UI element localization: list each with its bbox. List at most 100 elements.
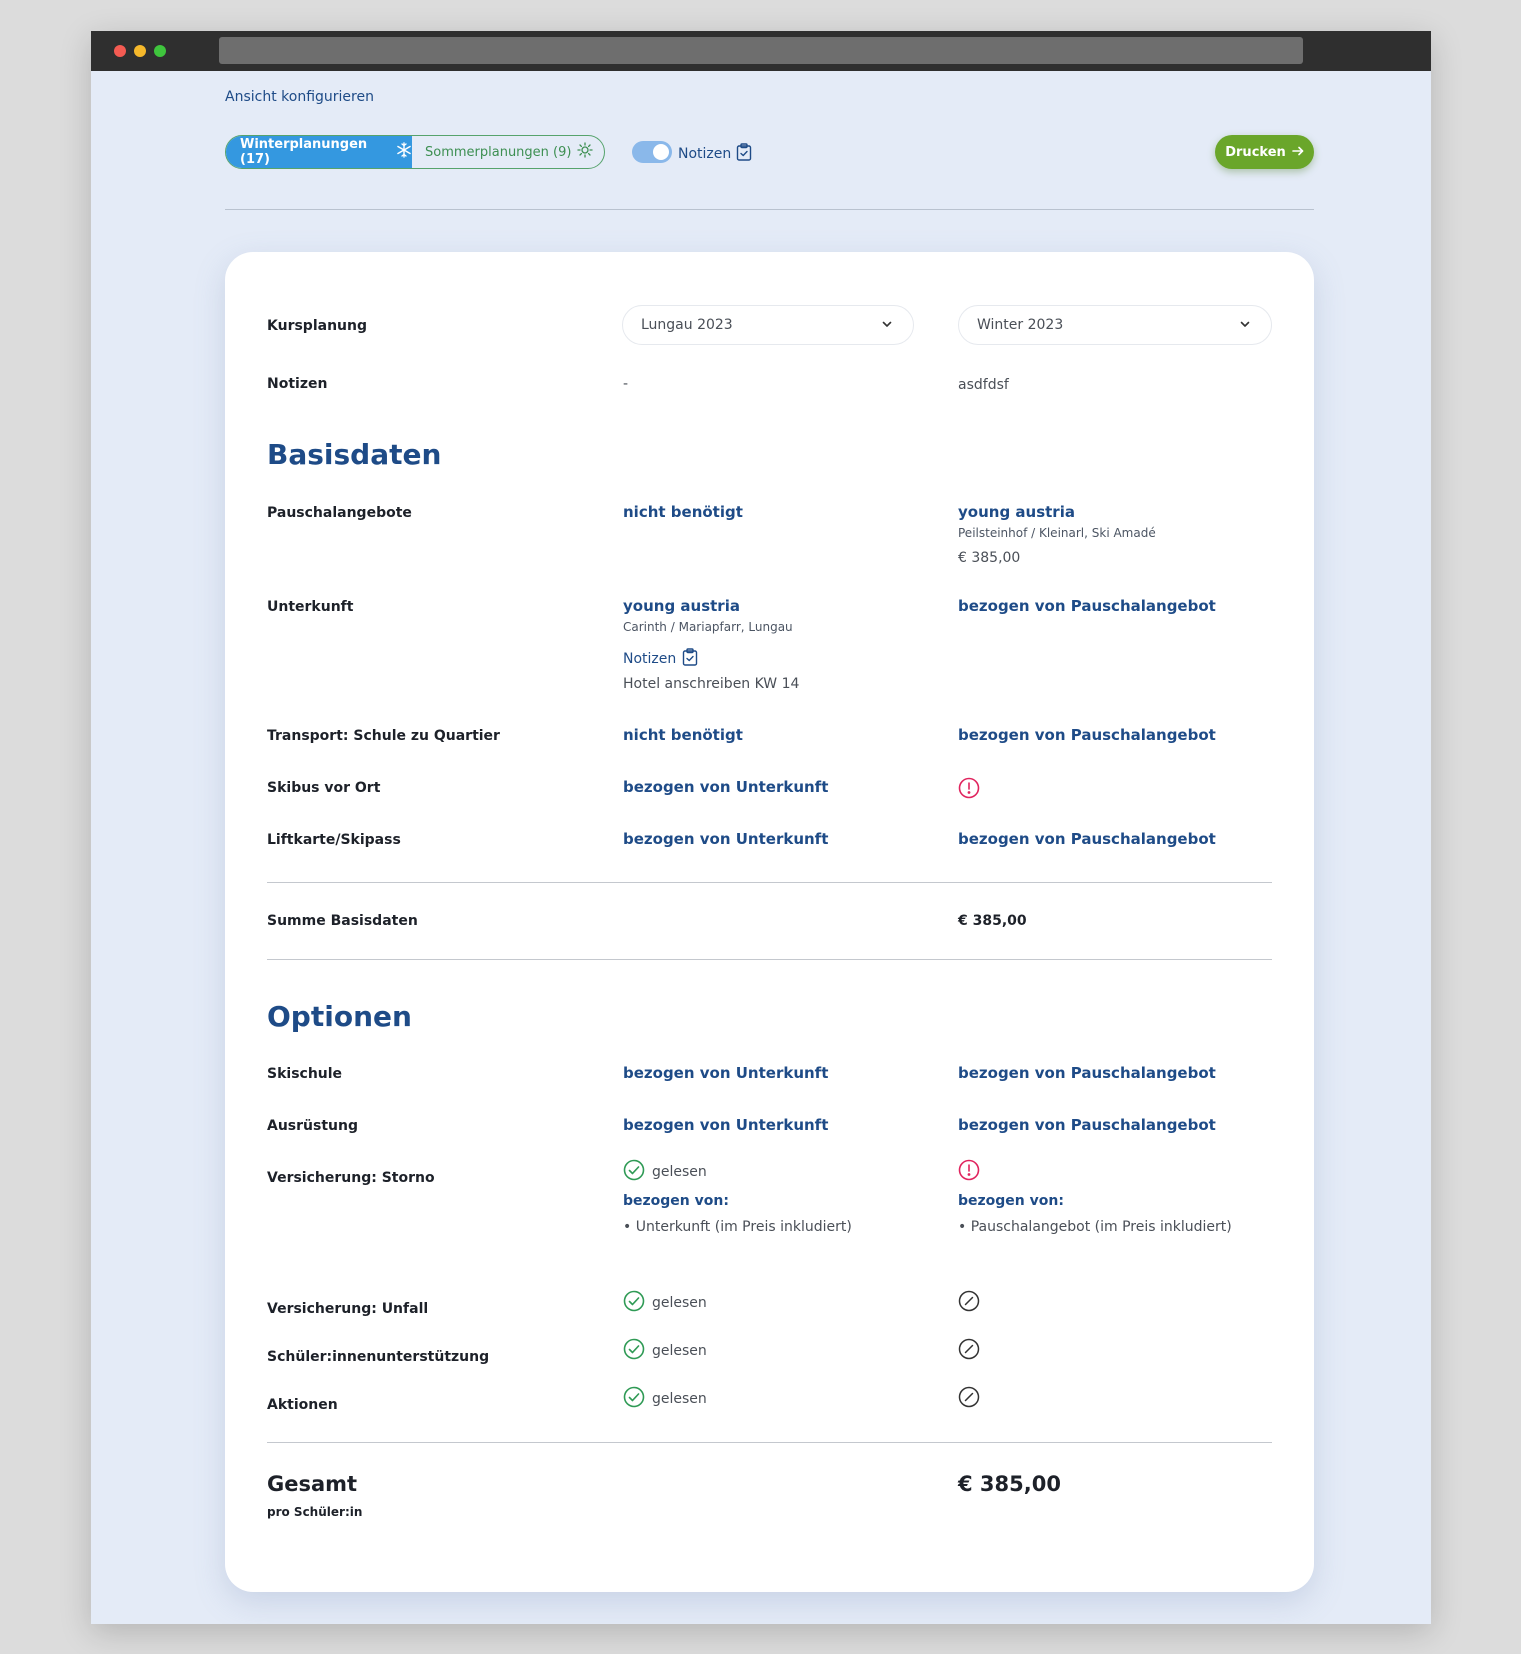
configure-view-link[interactable]: Ansicht konfigurieren	[225, 89, 374, 105]
tab-winter-plannings[interactable]: Winterplanungen (17)	[226, 136, 412, 168]
liftkarte-col1: bezogen von Unterkunft	[623, 830, 829, 848]
notes-toggle-label: Notizen	[678, 143, 752, 165]
not-available-icon	[958, 1290, 980, 1316]
section-divider	[267, 1442, 1272, 1443]
row-label-unfall: Versicherung: Unfall	[267, 1301, 429, 1317]
row-label-summe: Summe Basisdaten	[267, 913, 418, 929]
print-button[interactable]: Drucken	[1215, 135, 1314, 169]
pauschal-col1: nicht benötigt	[623, 503, 743, 521]
unfall-read-status: gelesen	[623, 1290, 707, 1316]
storno-col1-item: • Unterkunft (im Preis inkludiert)	[623, 1219, 852, 1235]
course-planning-select-1[interactable]: Lungau 2023	[622, 305, 914, 345]
notes-toggle-text: Notizen	[678, 146, 732, 162]
check-circle-icon	[623, 1159, 645, 1185]
check-circle-icon	[623, 1338, 645, 1364]
unterkunft-notes-label: Notizen	[623, 651, 677, 667]
alert-icon[interactable]	[958, 777, 980, 803]
comparison-card: Kursplanung Lungau 2023 Winter 2023 Noti…	[225, 252, 1314, 1592]
maximize-window-button[interactable]	[154, 45, 166, 57]
not-available-icon	[958, 1338, 980, 1364]
unfall-status-text: gelesen	[652, 1295, 707, 1311]
chevron-down-icon	[881, 318, 893, 334]
row-label-transport: Transport: Schule zu Quartier	[267, 728, 500, 744]
section-divider	[267, 882, 1272, 883]
notes-toggle[interactable]	[632, 141, 672, 163]
unterkunft-note-text: Hotel anschreiben KW 14	[623, 676, 800, 692]
course-planning-select-2[interactable]: Winter 2023	[958, 305, 1272, 345]
row-label-pauschal: Pauschalangebote	[267, 505, 412, 521]
notes-col1: -	[623, 376, 629, 392]
row-label-storno: Versicherung: Storno	[267, 1170, 435, 1186]
ausruestung-col2: bezogen von Pauschalangebot	[958, 1116, 1216, 1134]
pauschal-provider[interactable]: young austria	[958, 503, 1156, 521]
aktionen-status-text: gelesen	[652, 1391, 707, 1407]
total-value: € 385,00	[958, 1472, 1061, 1496]
toggle-knob	[653, 144, 669, 160]
row-label-skibus: Skibus vor Ort	[267, 780, 381, 796]
select-1-value: Lungau 2023	[641, 317, 733, 333]
storno-col2-item: • Pauschalangebot (im Preis inkludiert)	[958, 1219, 1232, 1235]
row-label-aktionen: Aktionen	[267, 1397, 338, 1413]
notes-col2: asdfdsf	[958, 377, 1009, 393]
storno-read-status: gelesen	[623, 1159, 852, 1185]
row-label-liftkarte: Liftkarte/Skipass	[267, 832, 401, 848]
pauschal-col2: young austria Peilsteinhof / Kleinarl, S…	[958, 503, 1156, 566]
unterkunft-location: Carinth / Mariapfarr, Lungau	[623, 620, 793, 634]
unterkunft-notes-header: Notizen	[623, 648, 799, 670]
section-divider	[267, 959, 1272, 960]
pauschal-price: € 385,00	[958, 550, 1021, 566]
liftkarte-col2: bezogen von Pauschalangebot	[958, 830, 1216, 848]
storno-col2-item-text: Pauschalangebot (im Preis inkludiert)	[970, 1219, 1232, 1235]
browser-window: Ansicht konfigurieren Winterplanungen (1…	[91, 31, 1431, 1624]
skischule-col1: bezogen von Unterkunft	[623, 1064, 829, 1082]
support-read-status: gelesen	[623, 1338, 707, 1364]
row-label-unterkunft: Unterkunft	[267, 599, 354, 615]
row-label-kursplanung: Kursplanung	[267, 318, 367, 334]
aktionen-read-status: gelesen	[623, 1386, 707, 1412]
check-circle-icon	[623, 1290, 645, 1316]
sun-icon	[577, 142, 594, 162]
unterkunft-provider[interactable]: young austria	[623, 597, 799, 615]
storno-col2-from: bezogen von:	[958, 1193, 1064, 1209]
not-available-icon	[958, 1386, 980, 1412]
unterkunft-col1: young austria Carinth / Mariapfarr, Lung…	[623, 597, 799, 692]
page-content: Ansicht konfigurieren Winterplanungen (1…	[156, 71, 1381, 1624]
unterkunft-col2: bezogen von Pauschalangebot	[958, 597, 1216, 615]
ausruestung-col1: bezogen von Unterkunft	[623, 1116, 829, 1134]
storno-status-text: gelesen	[652, 1164, 707, 1180]
header-divider	[225, 209, 1314, 210]
total-sub-label: pro Schüler:in	[267, 1505, 363, 1519]
row-label-support: Schüler:innenunterstützung	[267, 1349, 490, 1365]
total-label: Gesamt	[267, 1472, 358, 1496]
section-title-optionen: Optionen	[267, 1000, 412, 1033]
skibus-col1: bezogen von Unterkunft	[623, 778, 829, 796]
summer-tab-label: Sommerplanungen (9)	[425, 144, 572, 160]
close-window-button[interactable]	[114, 45, 126, 57]
minimize-window-button[interactable]	[134, 45, 146, 57]
support-status-text: gelesen	[652, 1343, 707, 1359]
check-circle-icon	[623, 1386, 645, 1412]
chevron-down-icon	[1239, 318, 1251, 334]
storno-col2: bezogen von: • Pauschalangebot (im Preis…	[958, 1159, 1232, 1235]
clipboard-check-icon	[736, 143, 752, 165]
snowflake-icon	[396, 142, 412, 162]
pauschal-location: Peilsteinhof / Kleinarl, Ski Amadé	[958, 526, 1156, 540]
transport-col1: nicht benötigt	[623, 726, 743, 744]
arrow-right-icon	[1291, 145, 1304, 160]
print-button-label: Drucken	[1225, 144, 1286, 160]
winter-tab-label: Winterplanungen (17)	[240, 137, 368, 167]
row-label-notizen: Notizen	[267, 376, 328, 392]
tab-summer-plannings[interactable]: Sommerplanungen (9)	[412, 136, 604, 168]
section-title-basisdaten: Basisdaten	[267, 438, 442, 471]
storno-col1-from: bezogen von:	[623, 1193, 729, 1209]
title-bar	[91, 31, 1431, 71]
storno-col1-item-text: Unterkunft (im Preis inkludiert)	[635, 1219, 852, 1235]
season-switch: Winterplanungen (17) Sommerplanungen (9)	[225, 135, 605, 169]
storno-col1: gelesen bezogen von: • Unterkunft (im Pr…	[623, 1159, 852, 1235]
transport-col2: bezogen von Pauschalangebot	[958, 726, 1216, 744]
summe-value: € 385,00	[958, 913, 1027, 929]
alert-icon[interactable]	[958, 1159, 1232, 1185]
row-label-skischule: Skischule	[267, 1066, 343, 1082]
row-label-ausruestung: Ausrüstung	[267, 1118, 358, 1134]
address-bar[interactable]	[219, 37, 1303, 64]
